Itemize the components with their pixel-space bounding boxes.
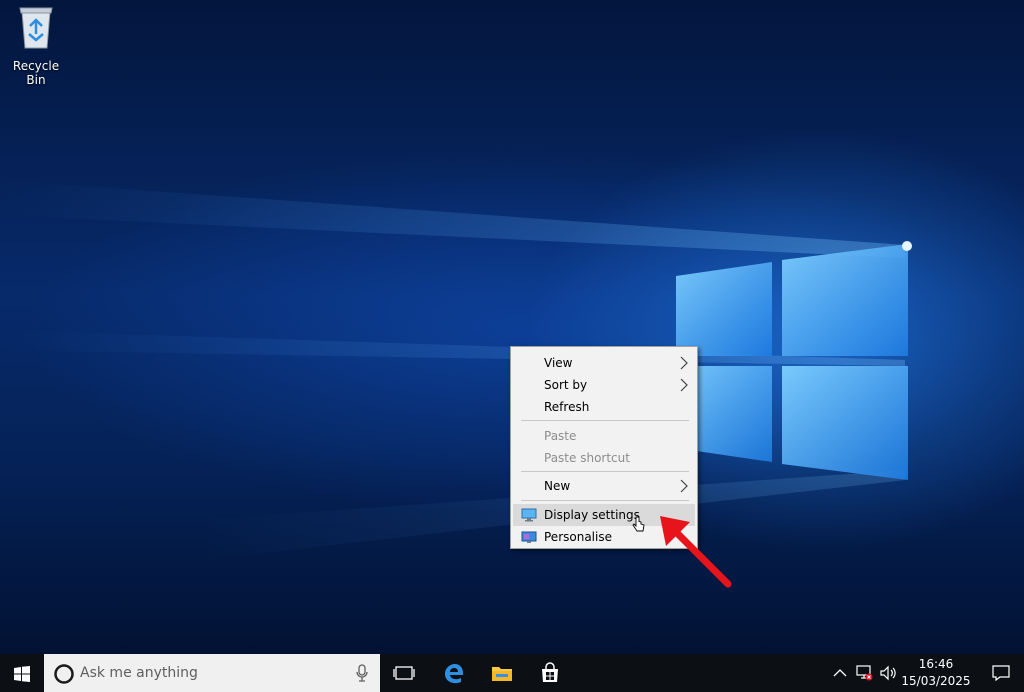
menu-separator (521, 500, 689, 501)
menu-item-label: Paste (544, 429, 577, 443)
menu-item-new[interactable]: New (513, 475, 695, 497)
clock-time: 16:46 (918, 657, 954, 671)
windows-start-icon (14, 666, 30, 682)
search-box[interactable]: Ask me anything (44, 654, 380, 692)
personalise-icon (521, 531, 537, 543)
task-view-icon (393, 666, 415, 680)
menu-item-label: New (544, 479, 571, 493)
chevron-right-icon (680, 356, 688, 370)
edge-button[interactable] (430, 654, 478, 692)
taskbar-clock[interactable]: 16:46 15/03/2025 (898, 656, 974, 690)
volume-icon[interactable] (880, 665, 898, 681)
menu-item-label: Sort by (544, 378, 588, 392)
search-placeholder: Ask me anything (80, 665, 198, 681)
chevron-right-icon (680, 378, 688, 392)
menu-item-paste-shortcut[interactable]: Paste shortcut (513, 447, 695, 469)
menu-item-label: Personalise (544, 530, 612, 544)
menu-item-view[interactable]: View (513, 352, 695, 374)
display-icon (521, 508, 537, 522)
recycle-bin-label: Recycle Bin (12, 59, 60, 87)
mouse-pointer-icon (632, 516, 645, 532)
desktop[interactable]: Recycle Bin View Sort by Refresh Paste P… (0, 0, 1024, 654)
menu-item-paste[interactable]: Paste (513, 425, 695, 447)
menu-item-label: Refresh (544, 400, 590, 414)
menu-item-refresh[interactable]: Refresh (513, 396, 695, 418)
red-arrow-icon (660, 516, 732, 588)
clock-date: 15/03/2025 (901, 674, 971, 688)
network-disconnected-icon[interactable] (856, 665, 874, 681)
menu-item-label: View (544, 356, 573, 370)
file-explorer-icon (492, 667, 512, 681)
recycle-bin-shortcut[interactable]: Recycle Bin (4, 4, 68, 87)
menu-item-label: Paste shortcut (544, 451, 630, 465)
menu-item-label: Display settings (544, 508, 640, 522)
chevron-right-icon (680, 479, 688, 493)
notification-icon (992, 665, 1010, 681)
edge-icon (445, 664, 463, 684)
chevron-up-icon[interactable] (832, 665, 848, 681)
menu-separator (521, 420, 689, 421)
menu-item-sort-by[interactable]: Sort by (513, 374, 695, 396)
recycle-bin-icon (19, 7, 53, 49)
file-explorer-button[interactable] (478, 654, 526, 692)
menu-separator (521, 471, 689, 472)
start-button[interactable] (0, 654, 44, 692)
store-icon (542, 662, 558, 682)
cortana-icon (54, 664, 74, 684)
taskbar: Ask me anything 16:46 15/03/2025 (0, 654, 1024, 692)
store-button[interactable] (526, 654, 574, 692)
action-center-button[interactable] (980, 654, 1024, 692)
microphone-icon[interactable] (356, 664, 368, 682)
task-view-button[interactable] (380, 654, 428, 692)
windows-logo-wallpaper (0, 180, 912, 560)
